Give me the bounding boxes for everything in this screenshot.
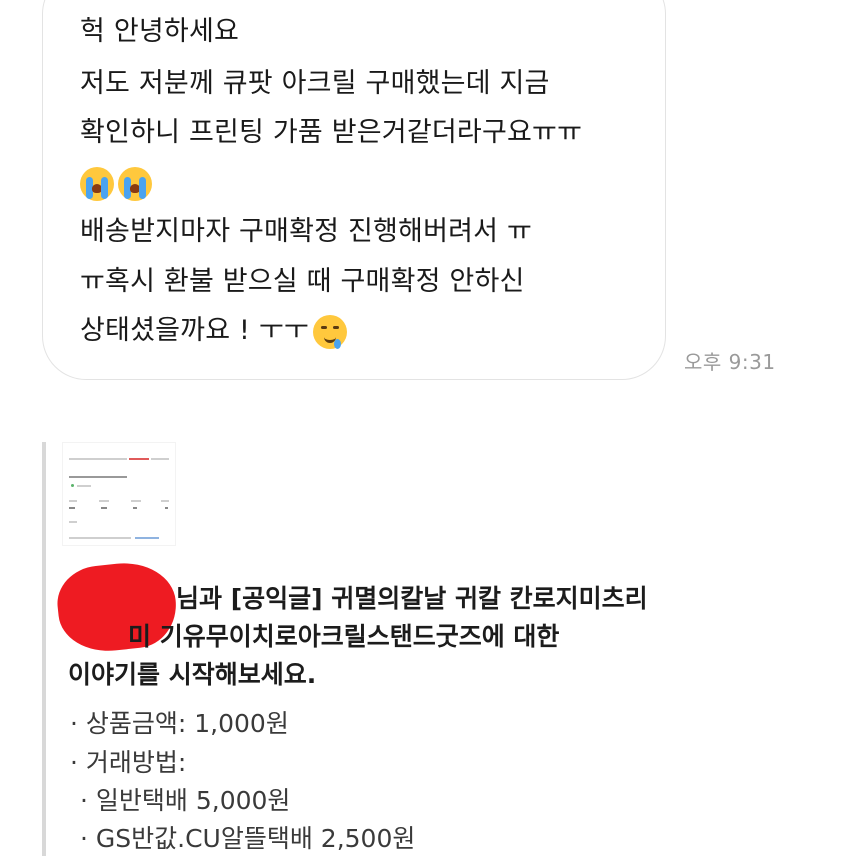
message-line-5: ㅠ혹시 환불 받으실 때 구매확정 안하신	[80, 266, 525, 297]
quote-bar	[42, 442, 46, 856]
message-line-4: 배송받지마자 구매확정 진행해버려서 ㅠ	[80, 216, 533, 247]
message-line-3: 확인하니 프린팅 가품 받은거같더라구요ㅠㅠ	[80, 117, 583, 148]
detail-trade-method: · 거래방법:	[70, 748, 187, 777]
message-line-2: 저도 저분께 큐팟 아크릴 구매했는데 지금	[80, 68, 550, 99]
message-line-6: 상태셨을까요 ! ㅜㅜ	[80, 315, 309, 346]
detail-shipping-convenience: · GS반값.CU알뜰택배 2,500원	[80, 824, 416, 853]
product-preview-thumbnail[interactable]	[62, 442, 176, 546]
message-emoji-line	[80, 165, 156, 201]
chat-start-title-line-2: 미 기유무이치로아크릴스탠드굿즈에 대한	[128, 622, 560, 651]
crying-face-icon	[118, 166, 152, 201]
chat-start-title-line-3: 이야기를 시작해보세요.	[68, 660, 317, 689]
message-line-1: 헉 안녕하세요	[80, 16, 240, 47]
face-holding-back-tears-icon	[312, 314, 347, 349]
detail-shipping-regular: · 일반택배 5,000원	[80, 786, 291, 815]
detail-price: · 상품금액: 1,000원	[70, 709, 289, 738]
crying-face-icon	[80, 166, 114, 201]
message-line-6-wrap: 상태셨을까요 ! ㅜㅜ	[80, 313, 347, 349]
message-timestamp: 오후 9:31	[684, 350, 776, 374]
chat-start-title-line-1: 님과 [공익글] 귀멸의칼날 귀칼 칸로지미츠리	[176, 584, 648, 613]
